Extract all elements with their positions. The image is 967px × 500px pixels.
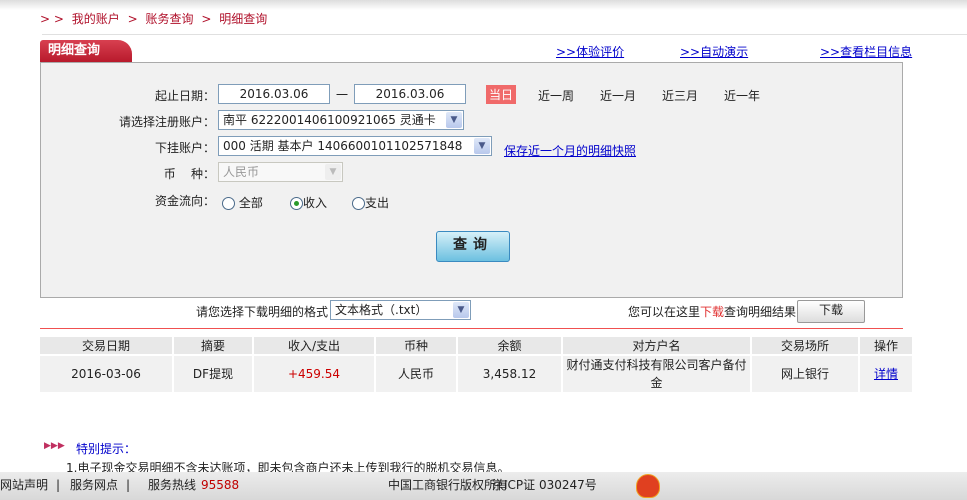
flow-label: 资金流向： bbox=[154, 194, 215, 208]
site-statement-link[interactable]: 网站声明 bbox=[0, 472, 48, 498]
end-date-input[interactable]: 2016.03.06 bbox=[354, 84, 466, 104]
save-snapshot-link[interactable]: 保存近一个月的明细快照 bbox=[504, 142, 636, 159]
chevron-down-icon: ▼ bbox=[325, 164, 341, 180]
sub-account-select[interactable]: 000 活期 基本户 1406600101102571848 ▼ bbox=[218, 136, 492, 156]
range-year[interactable]: 近一年 bbox=[724, 87, 760, 104]
footer: 网站声明 | 服务网点 | 服务热线 95588 中国工商银行版权所有 京ICP… bbox=[0, 472, 967, 500]
flow-income-label: 收入 bbox=[303, 196, 328, 210]
col-counterparty: 对方户名 bbox=[562, 337, 752, 355]
range-today[interactable]: 当日 bbox=[486, 85, 517, 104]
chevron-down-icon[interactable]: ▼ bbox=[453, 302, 469, 318]
currency-label: 币 种： bbox=[163, 167, 215, 181]
currency-select: 人民币 ▼ bbox=[218, 162, 343, 182]
hint-text: 您可以在这里 bbox=[628, 305, 701, 319]
range-month[interactable]: 近一月 bbox=[600, 87, 636, 104]
cell-balance: 3,458.12 bbox=[457, 354, 563, 392]
breadcrumb: > > 我的账户 > 账务查询 > 明细查询 bbox=[40, 10, 271, 27]
col-channel: 交易场所 bbox=[751, 337, 860, 355]
service-outlets-link[interactable]: 服务网点 bbox=[70, 472, 118, 498]
radio-all[interactable] bbox=[222, 197, 235, 210]
date-dash: 一 bbox=[336, 88, 349, 102]
format-label: 请您选择下载明细的格式 bbox=[196, 305, 329, 319]
red-divider bbox=[40, 328, 903, 329]
footer-sep: | bbox=[126, 478, 131, 492]
format-value: 文本格式（.txt） bbox=[335, 303, 428, 317]
date-label: 起止日期： bbox=[154, 89, 215, 103]
cell-amount: +459.54 bbox=[253, 354, 376, 392]
police-badge-icon[interactable] bbox=[636, 474, 660, 498]
flow-expense-option[interactable]: 支出 bbox=[352, 194, 389, 211]
col-balance: 余额 bbox=[457, 337, 563, 355]
breadcrumb-sep: > bbox=[201, 12, 212, 26]
tab-detail-query[interactable]: 明细查询 bbox=[40, 40, 132, 62]
breadcrumb-detail-query: 明细查询 bbox=[219, 12, 268, 26]
col-action: 操作 bbox=[859, 337, 914, 355]
col-currency: 币种 bbox=[375, 337, 458, 355]
hint-download-word: 下载 bbox=[700, 305, 725, 319]
hotline-number: 95588 bbox=[201, 478, 240, 492]
transactions-table: 交易日期 摘要 收入/支出 币种 余额 对方户名 交易场所 操作 2016-03… bbox=[40, 337, 914, 392]
chevron-down-icon[interactable]: ▼ bbox=[446, 112, 462, 128]
flow-all-label: 全部 bbox=[238, 196, 263, 210]
chevron-down-icon[interactable]: ▼ bbox=[474, 138, 490, 154]
breadcrumb-arrows: > > bbox=[40, 12, 64, 26]
table-row: 2016-03-06 DF提现 +459.54 人民币 3,458.12 财付通… bbox=[40, 354, 914, 392]
notice-title: 特别提示： bbox=[76, 442, 137, 456]
flow-expense-label: 支出 bbox=[365, 196, 390, 210]
account-label: 请选择注册账户： bbox=[118, 115, 215, 129]
cell-date: 2016-03-06 bbox=[40, 354, 174, 392]
column-info-link[interactable]: >>查看栏目信息 bbox=[820, 43, 912, 60]
details-link[interactable]: 详情 bbox=[859, 354, 914, 392]
top-shade bbox=[0, 0, 967, 10]
query-button[interactable]: 查询 bbox=[436, 231, 510, 262]
icp-number: 京ICP证 030247号 bbox=[492, 478, 597, 492]
footer-sep: | bbox=[56, 478, 61, 492]
col-amount: 收入/支出 bbox=[253, 337, 376, 355]
breadcrumb-my-account[interactable]: 我的账户 bbox=[72, 12, 120, 26]
cell-currency: 人民币 bbox=[375, 354, 458, 392]
divider bbox=[42, 34, 967, 35]
col-date: 交易日期 bbox=[40, 337, 174, 355]
format-select[interactable]: 文本格式（.txt） ▼ bbox=[330, 300, 471, 320]
account-select[interactable]: 南平 6222001406100921065 灵通卡 ▼ bbox=[218, 110, 464, 130]
copyright: 中国工商银行版权所有 bbox=[388, 478, 509, 492]
account-value: 南平 6222001406100921065 灵通卡 bbox=[223, 113, 436, 127]
cell-summary: DF提现 bbox=[173, 354, 254, 392]
hotline-label: 服务热线 bbox=[148, 478, 197, 492]
col-summary: 摘要 bbox=[173, 337, 254, 355]
hint-text: 查询明细结果 bbox=[724, 305, 797, 319]
feedback-link[interactable]: >>体验评价 bbox=[556, 43, 624, 60]
triangle-arrows-icon: ▶▶▶ bbox=[44, 441, 65, 451]
flow-all-option[interactable]: 全部 bbox=[222, 194, 263, 211]
range-week[interactable]: 近一周 bbox=[538, 87, 574, 104]
download-hint: 您可以在这里下载查询明细结果 bbox=[628, 303, 796, 320]
currency-value: 人民币 bbox=[223, 165, 260, 179]
radio-income[interactable] bbox=[290, 197, 303, 210]
start-date-input[interactable]: 2016.03.06 bbox=[218, 84, 330, 104]
flow-income-option[interactable]: 收入 bbox=[290, 194, 327, 211]
auto-demo-link[interactable]: >>自动演示 bbox=[680, 43, 748, 60]
range-3months[interactable]: 近三月 bbox=[662, 87, 698, 104]
radio-expense[interactable] bbox=[352, 197, 365, 210]
breadcrumb-sep: > bbox=[127, 12, 138, 26]
cell-counterparty: 财付通支付科技有限公司客户备付金 bbox=[562, 354, 752, 392]
sub-account-value: 000 活期 基本户 1406600101102571848 bbox=[223, 139, 463, 153]
sub-account-label: 下挂账户： bbox=[154, 141, 215, 155]
table-header-row: 交易日期 摘要 收入/支出 币种 余额 对方户名 交易场所 操作 bbox=[40, 337, 914, 355]
download-button[interactable]: 下载 bbox=[797, 300, 865, 323]
breadcrumb-account-query[interactable]: 账务查询 bbox=[146, 12, 194, 26]
cell-channel: 网上银行 bbox=[751, 354, 860, 392]
